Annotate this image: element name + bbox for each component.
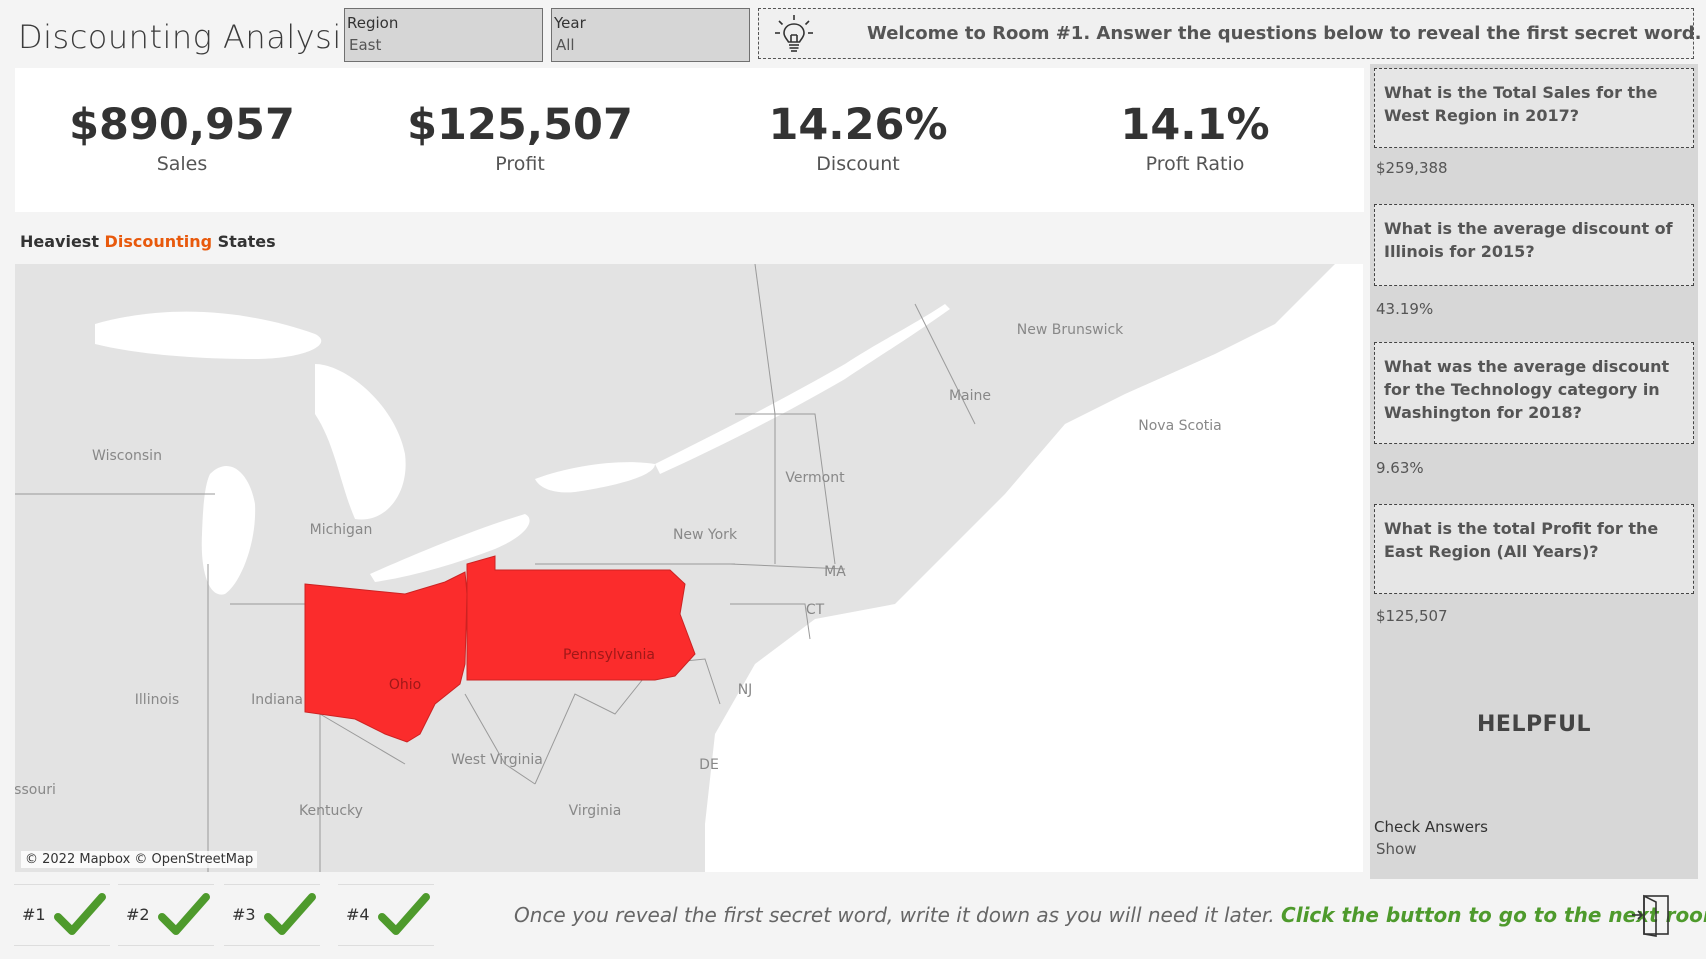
map-label-west-virginia: West Virginia xyxy=(451,752,543,768)
question-1: What is the Total Sales for the West Reg… xyxy=(1374,68,1694,148)
kpi-discount-value: 14.26% xyxy=(768,100,948,150)
kpi-profit-ratio-label: Proft Ratio xyxy=(1145,153,1245,176)
map-label-ohio: Ohio xyxy=(389,677,421,693)
check-icon xyxy=(264,893,316,935)
answer-4: $125,507 xyxy=(1376,607,1448,625)
year-filter-label: Year xyxy=(554,14,586,32)
kpi-sales-value: $890,957 xyxy=(69,100,295,150)
kpi-discount-label: Discount xyxy=(816,153,900,176)
exit-door-icon[interactable] xyxy=(1630,892,1672,938)
map-title-accent: Discounting xyxy=(104,232,213,251)
footer-instruction: Once you reveal the first secret word, w… xyxy=(514,903,1706,927)
map-label-indiana: Indiana xyxy=(251,692,303,708)
map-label-missouri: ssouri xyxy=(15,782,56,798)
region-filter-value[interactable]: East xyxy=(349,36,381,54)
map-label-nova-scotia: Nova Scotia xyxy=(1138,418,1221,434)
map-label-new-york: New York xyxy=(673,527,738,543)
map-label-new-brunswick: New Brunswick xyxy=(1017,322,1124,338)
helpful-heading: HELPFUL xyxy=(1477,712,1591,737)
kpi-sales-label: Sales xyxy=(156,153,208,176)
map-label-massachusetts: MA xyxy=(824,564,846,580)
kpi-profit-label: Profit xyxy=(495,153,545,176)
region-filter[interactable]: Region East xyxy=(344,8,543,62)
map-canvas[interactable]: New Brunswick Maine Nova Scotia Wisconsi… xyxy=(15,264,1363,872)
progress-label-1: #1 xyxy=(22,905,46,924)
welcome-text: Welcome to Room #1. Answer the questions… xyxy=(867,23,1702,44)
progress-item-4: #4 xyxy=(338,884,434,946)
year-filter[interactable]: Year All xyxy=(551,8,750,62)
answer-2: 43.19% xyxy=(1376,300,1434,318)
progress-label-2: #2 xyxy=(126,905,150,924)
map-label-wisconsin: Wisconsin xyxy=(92,448,162,464)
map-title-suffix: States xyxy=(212,232,276,251)
question-2: What is the average discount of Illinois… xyxy=(1374,204,1694,286)
map-label-pennsylvania: Pennsylvania xyxy=(563,647,655,663)
progress-item-2: #2 xyxy=(118,884,214,946)
map-label-delaware: DE xyxy=(699,757,719,773)
kpi-band: $890,957 Sales $125,507 Profit 14.26% Di… xyxy=(15,68,1364,212)
kpi-profit-value: $125,507 xyxy=(407,100,633,150)
progress-label-3: #3 xyxy=(232,905,256,924)
footer-text: Once you reveal the first secret word, w… xyxy=(514,903,1282,927)
question-3: What was the average discount for the Te… xyxy=(1374,342,1694,444)
check-icon xyxy=(378,893,430,935)
map-label-illinois: Illinois xyxy=(135,692,179,708)
answer-1: $259,388 xyxy=(1376,159,1448,177)
kpi-profit: $125,507 Profit xyxy=(360,100,680,176)
map-label-maine: Maine xyxy=(949,388,991,404)
progress-item-3: #3 xyxy=(224,884,320,946)
region-filter-label: Region xyxy=(347,14,399,32)
map-title: Heaviest Discounting States xyxy=(20,232,276,251)
map-label-kentucky: Kentucky xyxy=(299,803,363,819)
map-title-prefix: Heaviest xyxy=(20,232,105,251)
discount-map[interactable]: New Brunswick Maine Nova Scotia Wisconsi… xyxy=(15,264,1363,872)
welcome-banner: Welcome to Room #1. Answer the questions… xyxy=(758,8,1702,59)
progress-label-4: #4 xyxy=(346,905,370,924)
questions-panel: What is the Total Sales for the West Reg… xyxy=(1370,64,1698,879)
progress-item-1: #1 xyxy=(14,884,110,946)
map-label-vermont: Vermont xyxy=(785,470,845,486)
check-answers-toggle[interactable]: Show xyxy=(1376,840,1416,858)
question-4: What is the total Profit for the East Re… xyxy=(1374,504,1694,594)
kpi-profit-ratio: 14.1% Proft Ratio xyxy=(1035,100,1355,176)
check-icon xyxy=(54,893,106,935)
page-title: Discounting Analysis xyxy=(18,18,359,56)
answer-3: 9.63% xyxy=(1376,459,1424,477)
map-label-virginia: Virginia xyxy=(569,803,622,819)
check-icon xyxy=(158,893,210,935)
map-label-michigan: Michigan xyxy=(310,522,373,538)
kpi-discount: 14.26% Discount xyxy=(698,100,1018,176)
lightbulb-icon xyxy=(775,15,813,52)
year-filter-value[interactable]: All xyxy=(556,36,575,54)
map-label-connecticut: CT xyxy=(806,602,825,618)
kpi-sales: $890,957 Sales xyxy=(22,100,342,176)
kpi-profit-ratio-value: 14.1% xyxy=(1120,100,1270,150)
map-attribution[interactable]: © 2022 Mapbox © OpenStreetMap xyxy=(21,851,258,868)
map-label-new-jersey: NJ xyxy=(738,682,753,698)
check-answers-label: Check Answers xyxy=(1374,818,1488,836)
